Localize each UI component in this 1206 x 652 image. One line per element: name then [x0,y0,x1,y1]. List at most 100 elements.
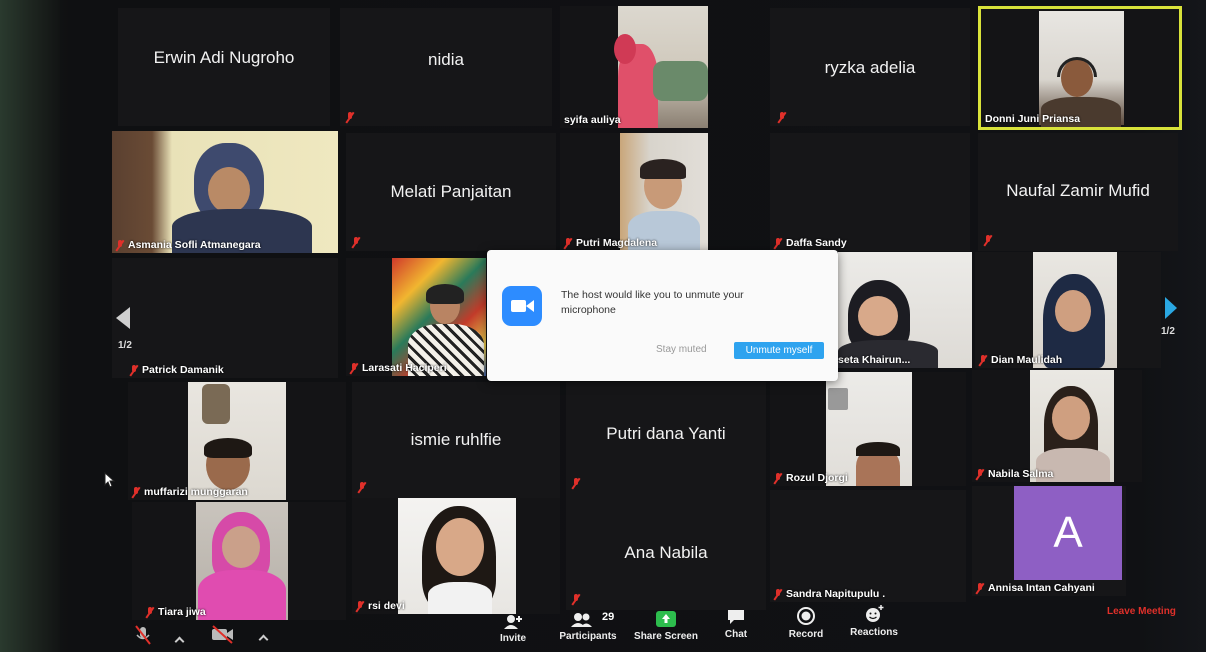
participant-label: Patrick Damanik [130,364,224,376]
participant-video [392,258,486,376]
headphones-icon [1057,57,1097,77]
participant-tile[interactable]: Dian Maulidah [975,252,1161,368]
participant-tile[interactable]: Naufal Zamir Mufid [978,133,1178,251]
chat-button[interactable]: Chat [720,608,752,640]
person-head [614,34,636,64]
participant-name: Naufal Zamir Mufid [1006,181,1150,200]
participant-name: seta Khairun... [838,354,911,366]
mic-off-icon [976,582,984,594]
person-hair [640,159,686,179]
participant-video [1030,370,1114,482]
invite-button[interactable]: Invite [496,614,530,644]
mic-off-icon [572,594,580,605]
participant-name: Dian Maulidah [991,354,1063,366]
participant-tile[interactable]: Sandra Napitupulu . [770,490,966,602]
mic-off-icon [979,354,987,366]
participant-tile[interactable]: ismie ruhlfie [352,382,560,498]
mic-off-icon [116,239,124,251]
participant-label: Daffa Sandy [774,237,847,249]
zoom-camera-icon [502,286,542,326]
leave-meeting-button[interactable]: Leave Meeting [1107,606,1176,617]
stay-muted-button[interactable]: Stay muted [656,344,707,355]
mic-off-icon [346,112,354,123]
unmute-request-dialog: The host would like you to unmute your m… [487,250,838,381]
cursor-icon [104,472,116,488]
reactions-button[interactable]: Reactions [850,604,898,638]
share-screen-button[interactable]: Share Screen [634,610,698,642]
participant-tile[interactable]: Ana Nabila [566,496,766,610]
participant-tile[interactable]: Patrick Damanik [112,258,338,378]
person-face [1055,290,1091,332]
participant-tile[interactable]: Rozul Djorgi [770,372,966,486]
participant-video [620,133,708,251]
participant-video [1039,11,1124,127]
mic-off-icon [984,235,992,246]
participant-name: Putri Magdalena [576,237,658,249]
participant-video [188,382,286,500]
mic-off-icon [976,468,984,480]
participant-tile[interactable]: rsi devi [352,498,560,614]
mic-muted-icon [135,625,151,645]
participant-tile[interactable]: Asmania Sofli Atmanegara [112,131,338,253]
participant-name: Putri dana Yanti [606,424,726,443]
participant-tile[interactable]: Erwin Adi Nugroho [118,8,330,126]
participant-label: syifa auliya [564,114,621,126]
start-video-button[interactable] [210,624,236,644]
chat-label: Chat [724,629,748,640]
person-face [1052,396,1090,440]
participant-tile[interactable]: muffarizi munggaran [128,382,346,500]
participant-video [614,6,708,128]
mic-off-icon [572,478,580,489]
invite-label: Invite [499,633,527,644]
record-label: Record [788,629,824,640]
mic-off-icon [350,362,358,374]
participant-name: muffarizi munggaran [144,486,248,498]
participant-name: Tiara jiwa [158,606,206,618]
smiley-plus-icon [866,605,884,622]
participant-label: Annisa Intan Cahyani [976,582,1095,594]
reactions-label: Reactions [850,627,898,638]
participant-label: Putri Magdalena [564,237,657,249]
participant-tile[interactable]: nidia [340,8,552,126]
participant-tile[interactable]: Tiara jiwa [132,502,346,620]
mic-off-icon [352,237,360,248]
participant-name: Asmania Sofli Atmanegara [128,239,261,251]
participant-tile[interactable]: Melati Panjaitan [346,133,556,251]
audio-options-chevron-icon[interactable] [174,636,185,647]
mic-off-icon [358,482,366,493]
participant-label: Rozul Djorgi [774,472,848,484]
people-icon [571,613,592,627]
page-indicator-right: 1/2 [1161,326,1175,337]
participant-tile[interactable]: Larasati Haciperi [346,258,486,376]
record-button[interactable]: Record [786,606,826,640]
dialog-message: The host would like you to unmute your m… [561,289,744,316]
participant-name: Patrick Damanik [142,364,224,376]
participant-tile-active[interactable]: Donni Juni Priansa [978,6,1182,130]
mute-button[interactable] [132,624,154,646]
video-options-chevron-icon[interactable] [258,634,269,645]
prev-page-arrow-icon[interactable] [116,307,130,329]
participants-label: Participants [559,631,617,642]
participant-name: ryzka adelia [824,58,916,77]
person-hair [204,438,252,458]
participant-tile[interactable]: seta Khairun... [838,252,972,368]
participant-video [112,131,338,253]
participant-tile[interactable]: A Annisa Intan Cahyani [972,486,1126,596]
participant-tile[interactable]: Daffa Sandy [770,133,970,251]
participant-name: nidia [428,50,464,69]
participant-tile[interactable]: syifa auliya [560,6,708,128]
participant-name: Melati Panjaitan [390,182,512,201]
participant-name: rsi devi [368,600,405,612]
mic-off-icon [564,237,572,249]
participant-tile[interactable]: Putri Magdalena [560,133,708,251]
participant-name: syifa auliya [564,114,621,126]
video-off-icon [212,625,233,644]
participant-label: Sandra Napitupulu . [774,588,885,600]
participant-name: Sandra Napitupulu . [786,588,886,600]
next-page-arrow-icon[interactable] [1165,297,1177,319]
participant-tile[interactable]: ryzka adelia [770,8,970,126]
participant-tile[interactable]: Nabila Salma [972,370,1142,482]
participant-tile[interactable]: Putri dana Yanti [566,382,766,498]
unmute-myself-button[interactable]: Unmute myself [734,342,824,359]
participant-video [1033,252,1117,368]
